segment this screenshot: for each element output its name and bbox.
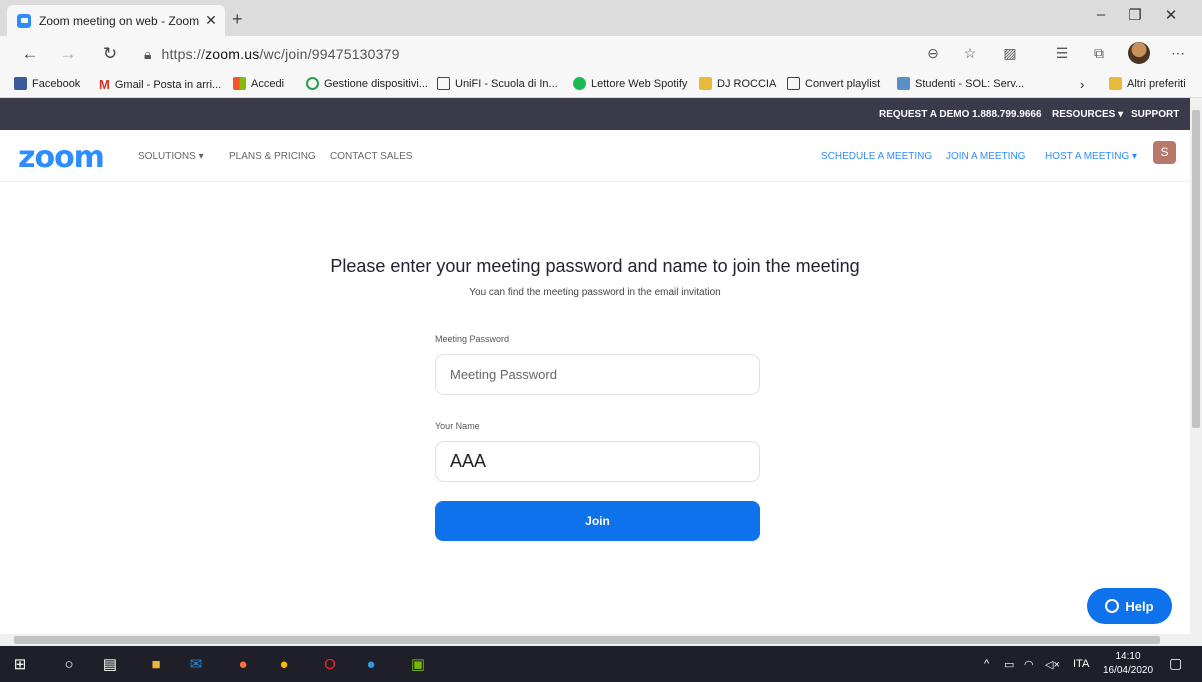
- bookmark-unifi[interactable]: UniFI - Scuola di In...: [437, 77, 558, 90]
- bookmark-studenti[interactable]: Studenti - SOL: Serv...: [897, 77, 1024, 90]
- tab-close-icon[interactable]: ✕: [201, 12, 221, 29]
- chrome-icon[interactable]: ●: [274, 654, 294, 674]
- bookmark-convert-playlist[interactable]: Convert playlist: [787, 77, 880, 90]
- zoom-page-icon[interactable]: ⊖: [923, 45, 943, 62]
- name-label: Your Name: [435, 421, 480, 431]
- folder-icon: [699, 77, 712, 90]
- tray-expand-icon[interactable]: ^: [984, 658, 989, 670]
- nvidia-icon[interactable]: ▣: [408, 654, 428, 674]
- plans-pricing-link[interactable]: PLANS & PRICING: [229, 151, 316, 162]
- page-title: Please enter your meeting password and n…: [330, 256, 860, 276]
- clock[interactable]: 14:10 16/04/2020: [1100, 650, 1156, 678]
- lock-icon: 🔒︎: [144, 45, 152, 62]
- clock-date: 16/04/2020: [1102, 665, 1154, 676]
- schedule-meeting-link[interactable]: SCHEDULE A MEETING: [821, 151, 932, 162]
- favorite-star-icon[interactable]: ☆: [960, 45, 980, 62]
- resources-menu[interactable]: RESOURCES ▾: [1052, 109, 1123, 120]
- restore-icon[interactable]: ❐: [1120, 6, 1150, 24]
- scroll-thumb[interactable]: [14, 636, 1160, 644]
- back-icon[interactable]: ←: [18, 44, 42, 64]
- address-bar[interactable]: 🔒︎ https://zoom.us/wc/join/99475130379: [130, 41, 970, 67]
- spotify-icon: [573, 77, 586, 90]
- battery-icon[interactable]: ▭: [1004, 658, 1014, 671]
- join-button[interactable]: Join: [435, 501, 760, 541]
- sol-icon: [897, 77, 910, 90]
- favorites-icon[interactable]: ☰: [1052, 45, 1072, 62]
- windows-taskbar: ⊞ ○ ▤ ■ ✉ ● ● O ● ▣ ^ ▭ ◠ ◁× ITA 14:10 1…: [0, 646, 1202, 682]
- bookmark-dj-roccia[interactable]: DJ ROCCIA: [699, 77, 776, 90]
- profile-avatar[interactable]: [1128, 42, 1150, 64]
- browser-tab-bar: Zoom meeting on web - Zoom ✕ + – ❐ ✕: [0, 0, 1202, 36]
- clock-time: 14:10: [1115, 651, 1141, 662]
- task-view-icon[interactable]: ▤: [100, 654, 120, 674]
- windows-start-icon[interactable]: ⊞: [10, 654, 30, 674]
- extension-icon[interactable]: ▨: [1000, 45, 1020, 62]
- bookmark-gmail[interactable]: M Gmail - Posta in arri...: [99, 77, 221, 92]
- tab-title: Zoom meeting on web - Zoom: [39, 13, 200, 28]
- folder-icon: [1109, 77, 1122, 90]
- page-icon: [437, 77, 450, 90]
- firefox-icon[interactable]: ●: [233, 654, 253, 674]
- page-icon: [787, 77, 800, 90]
- close-window-icon[interactable]: ✕: [1156, 6, 1186, 24]
- phone-number[interactable]: 1.888.799.9666: [972, 109, 1042, 120]
- user-avatar[interactable]: S: [1153, 141, 1176, 164]
- bookmarks-bar: Facebook M Gmail - Posta in arri... Acced…: [0, 72, 1202, 98]
- contact-sales-link[interactable]: CONTACT SALES: [330, 151, 412, 162]
- support-link[interactable]: SUPPORT: [1131, 109, 1179, 120]
- zoom-logo[interactable]: zoom: [18, 140, 105, 175]
- file-explorer-icon[interactable]: ■: [146, 654, 166, 674]
- more-icon[interactable]: ⋯: [1168, 45, 1188, 62]
- search-icon[interactable]: ○: [59, 654, 79, 674]
- volume-muted-icon[interactable]: ◁×: [1045, 658, 1060, 671]
- zoom-favicon-icon: [17, 13, 31, 28]
- host-meeting-menu[interactable]: HOST A MEETING ▾: [1045, 151, 1137, 162]
- minimize-icon[interactable]: –: [1086, 6, 1116, 23]
- address-toolbar: ← → ↻ 🔒︎ https://zoom.us/wc/join/9947513…: [0, 36, 1202, 72]
- notifications-icon[interactable]: ▢: [1169, 655, 1182, 672]
- language-indicator[interactable]: ITA: [1073, 658, 1089, 670]
- new-tab-icon[interactable]: +: [232, 9, 243, 30]
- bookmark-spotify[interactable]: Lettore Web Spotify: [573, 77, 687, 90]
- gmail-icon: M: [99, 77, 110, 92]
- bookmark-accedi[interactable]: Accedi: [233, 77, 284, 90]
- scroll-thumb[interactable]: [1192, 110, 1200, 428]
- collections-icon[interactable]: ⧉: [1089, 45, 1109, 62]
- page-subtitle: You can find the meeting password in the…: [469, 287, 721, 298]
- facebook-icon: [14, 77, 27, 90]
- meeting-password-input[interactable]: [435, 354, 760, 395]
- bookmark-altri-preferiti[interactable]: Altri preferiti: [1109, 77, 1186, 90]
- url-text: https://zoom.us/wc/join/99475130379: [161, 46, 400, 62]
- request-demo-link[interactable]: REQUEST A DEMO: [879, 109, 969, 120]
- chat-bubble-icon: [1105, 599, 1120, 613]
- join-meeting-link[interactable]: JOIN A MEETING: [946, 151, 1025, 162]
- browser-tab[interactable]: Zoom meeting on web - Zoom ✕: [7, 5, 225, 36]
- bookmark-facebook[interactable]: Facebook: [14, 77, 80, 90]
- zoom-top-strip: REQUEST A DEMO 1.888.799.9666 RESOURCES …: [0, 98, 1190, 130]
- opera-icon[interactable]: O: [320, 654, 340, 674]
- help-label: Help: [1125, 598, 1154, 614]
- mail-icon[interactable]: ✉: [186, 654, 206, 674]
- password-label: Meeting Password: [435, 334, 510, 344]
- help-button[interactable]: Help: [1087, 588, 1172, 624]
- forward-icon[interactable]: →: [56, 44, 80, 64]
- device-icon: [306, 77, 319, 90]
- chevron-right-icon[interactable]: ›: [1080, 77, 1084, 92]
- horizontal-scrollbar[interactable]: [0, 634, 1202, 646]
- refresh-icon[interactable]: ↻: [98, 44, 122, 64]
- bookmark-gestione[interactable]: Gestione dispositivi...: [306, 77, 428, 90]
- solutions-menu[interactable]: SOLUTIONS ▾: [138, 151, 204, 162]
- vertical-scrollbar[interactable]: [1190, 98, 1202, 634]
- microsoft-icon: [233, 77, 246, 90]
- zoom-main-nav: zoom SOLUTIONS ▾ PLANS & PRICING CONTACT…: [0, 130, 1190, 182]
- your-name-input[interactable]: [435, 441, 760, 482]
- edge-icon[interactable]: ●: [361, 654, 381, 674]
- wifi-icon[interactable]: ◠: [1024, 658, 1034, 671]
